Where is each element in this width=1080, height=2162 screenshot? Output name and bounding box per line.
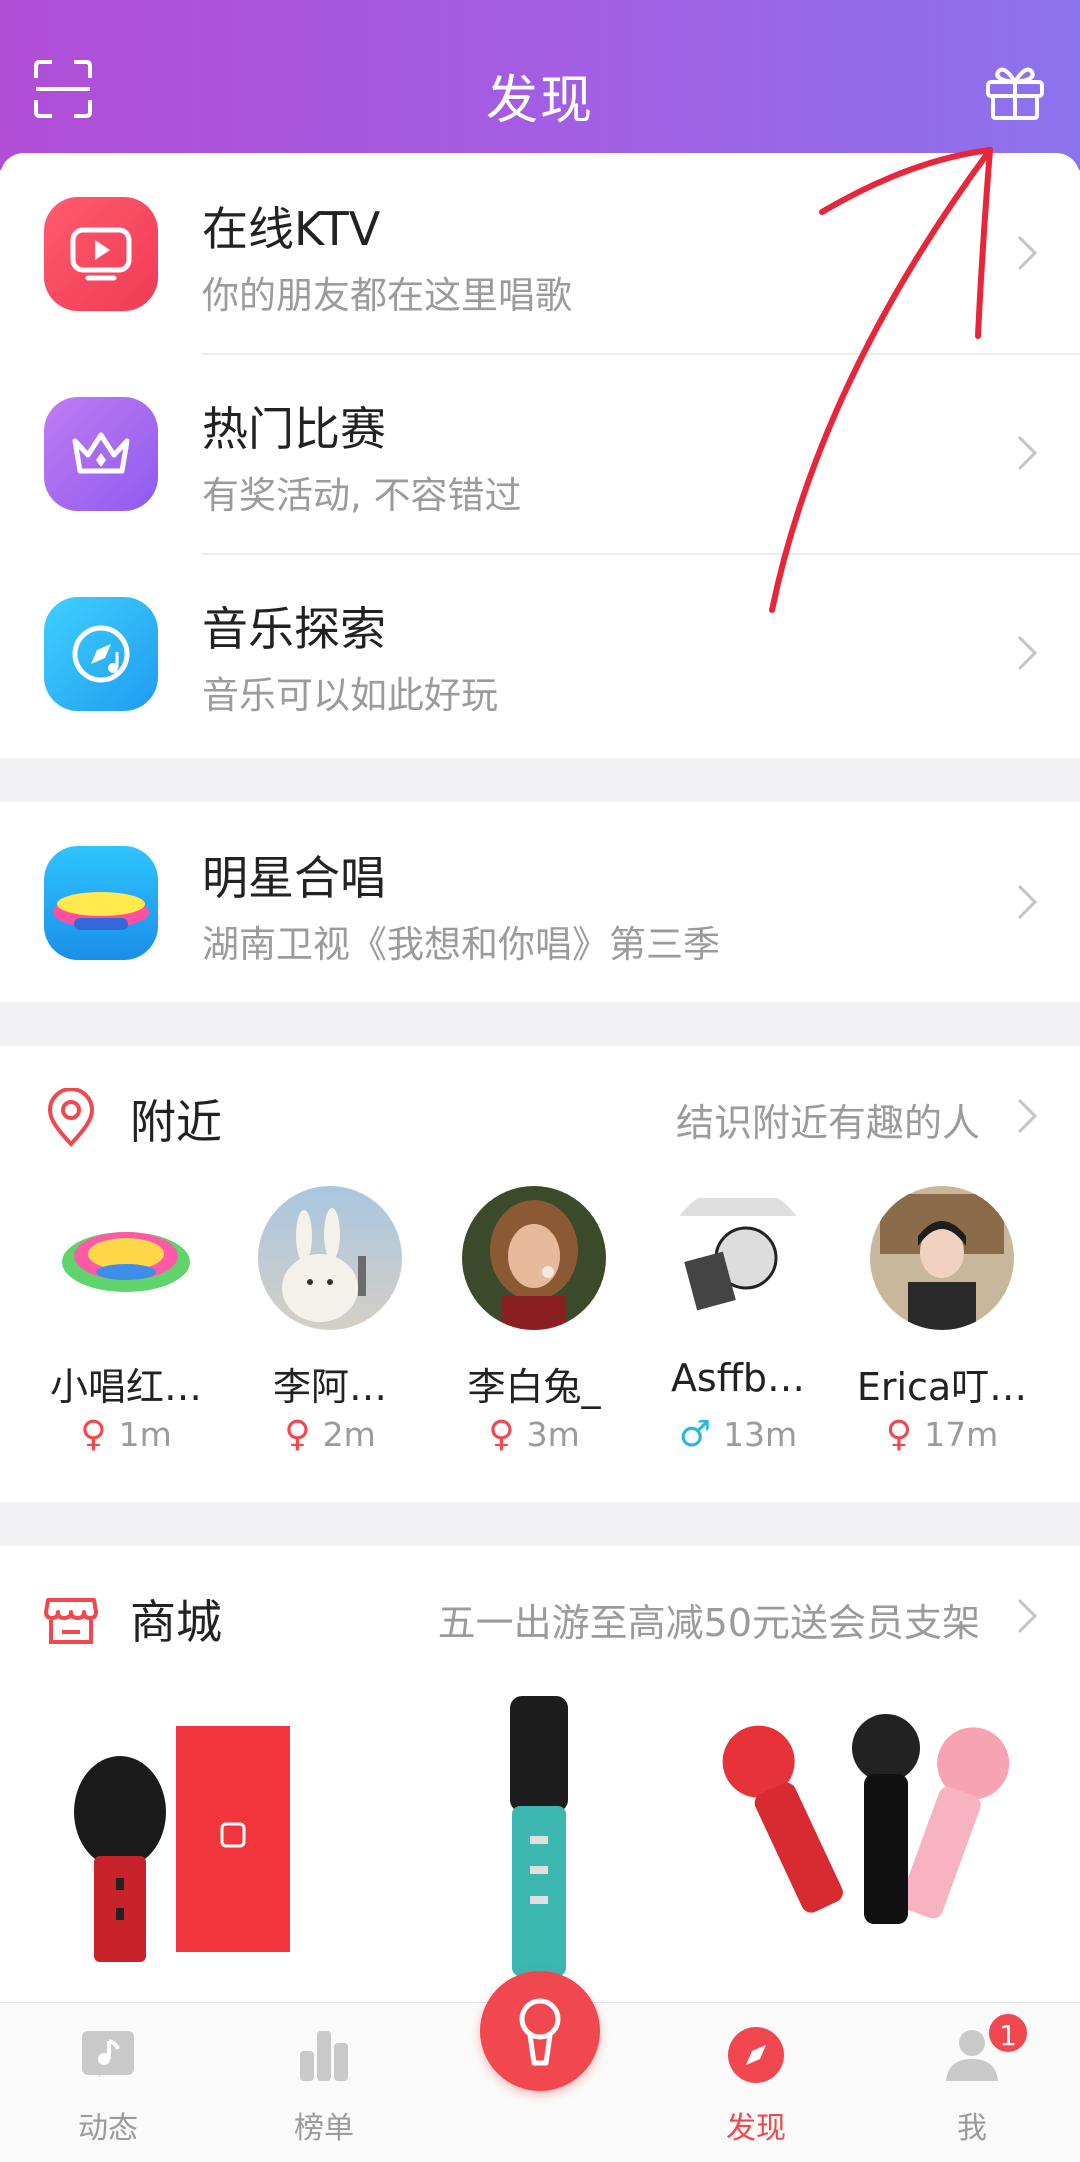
shop-section: 商城 五一出游至高减50元送会员支架: [0, 1546, 1080, 2002]
gender-icon: ♀: [488, 1414, 515, 1455]
user-meta: ♂ 13m: [638, 1414, 838, 1455]
product-teal-microphone[interactable]: [370, 1696, 710, 1996]
nearby-user[interactable]: Erica叮… ♀ 17m: [842, 1186, 1042, 1466]
microphone-icon: [519, 1998, 561, 2066]
tab-charts[interactable]: 榜单: [216, 2003, 432, 2162]
music-note-icon: [82, 2031, 134, 2077]
ktv-icon: [44, 197, 158, 311]
nearby-title: 附近: [130, 1095, 222, 1149]
avatar: [462, 1186, 606, 1330]
chevron-right-icon: [1017, 1098, 1038, 1134]
tab-me[interactable]: 我: [864, 2003, 1080, 2162]
user-meta: ♀ 1m: [26, 1414, 226, 1455]
chevron-right-icon: [1017, 235, 1038, 271]
compass-music-icon: [44, 597, 158, 711]
gender-icon: ♂: [678, 1414, 712, 1455]
tab-discover[interactable]: 发现: [648, 2003, 864, 2162]
tab-sing[interactable]: [432, 1971, 648, 2162]
menu-title: 明星合唱: [202, 851, 386, 905]
location-pin-icon: [47, 1088, 95, 1147]
discover-menu-card: 在线KTV 你的朋友都在这里唱歌 热门比赛 有奖活动, 不容错过 音乐探索 音乐…: [0, 153, 1080, 758]
tab-label: 我: [957, 2111, 987, 2146]
user-distance: 13m: [723, 1415, 798, 1454]
tab-feed[interactable]: 动态: [0, 2003, 216, 2162]
menu-title: 音乐探索: [202, 602, 386, 656]
gender-icon: ♀: [885, 1414, 913, 1455]
avatar: [870, 1186, 1014, 1330]
gender-icon: ♀: [80, 1414, 107, 1455]
user-name: 小唱红…: [49, 1365, 202, 1409]
product-red-microphone[interactable]: [36, 1696, 376, 1996]
menu-subtitle: 音乐可以如此好玩: [202, 674, 498, 717]
chevron-right-icon: [1017, 635, 1038, 671]
menu-item-hot-contest[interactable]: 热门比赛 有奖活动, 不容错过: [0, 353, 1080, 553]
compass-icon: [728, 2027, 784, 2083]
nearby-user[interactable]: 李白兔_ ♀ 3m: [434, 1186, 634, 1466]
menu-subtitle: 有奖活动, 不容错过: [202, 474, 522, 517]
notification-badge: 1: [986, 2011, 1030, 2055]
nearby-link: 结识附近有趣的人: [675, 1101, 980, 1145]
menu-subtitle: 湖南卫视《我想和你唱》第三季: [202, 923, 720, 966]
shop-header[interactable]: 商城 五一出游至高减50元送会员支架: [0, 1546, 1080, 1676]
tab-label: 发现: [726, 2111, 786, 2146]
product-list: [0, 1696, 1080, 2006]
nearby-user-list: 小唱红… ♀ 1m 李阿… ♀ 2m 李白兔_ ♀ 3m Asffb… ♂ 13m: [0, 1186, 1080, 1466]
shop-promo-link: 五一出游至高减50元送会员支架: [437, 1601, 980, 1645]
gender-icon: ♀: [284, 1414, 311, 1455]
nearby-header[interactable]: 附近 结识附近有趣的人: [0, 1046, 1080, 1176]
menu-subtitle: 你的朋友都在这里唱歌: [202, 274, 572, 317]
chevron-right-icon: [1017, 435, 1038, 471]
avatar: [666, 1186, 810, 1330]
nearby-user[interactable]: 小唱红… ♀ 1m: [26, 1186, 226, 1466]
header-bar: 发现: [0, 0, 1080, 170]
menu-item-online-ktv[interactable]: 在线KTV 你的朋友都在这里唱歌: [0, 153, 1080, 353]
user-meta: ♀ 3m: [434, 1414, 634, 1455]
user-name: Erica叮…: [856, 1365, 1028, 1409]
star-duet-card: 明星合唱 湖南卫视《我想和你唱》第三季: [0, 802, 1080, 1002]
nearby-section: 附近 结识附近有趣的人 小唱红… ♀ 1m 李阿… ♀ 2m 李白兔_ ♀ 3m: [0, 1046, 1080, 1502]
avatar: [54, 1186, 198, 1330]
user-name: Asffb…: [670, 1356, 806, 1400]
user-distance: 3m: [526, 1415, 580, 1454]
user-meta: ♀ 2m: [230, 1414, 430, 1455]
page-title: 发现: [485, 71, 594, 131]
tab-label: 动态: [78, 2111, 138, 2146]
chevron-right-icon: [1017, 1598, 1038, 1634]
menu-title: 热门比赛: [202, 402, 386, 456]
gift-icon[interactable]: [984, 60, 1046, 122]
menu-item-music-explore[interactable]: 音乐探索 音乐可以如此好玩: [0, 553, 1080, 753]
menu-title: 在线KTV: [202, 202, 381, 256]
shop-title: 商城: [130, 1595, 222, 1649]
avatar: [258, 1186, 402, 1330]
menu-item-star-duet[interactable]: 明星合唱 湖南卫视《我想和你唱》第三季: [0, 802, 1080, 1002]
user-name: 李阿…: [272, 1365, 387, 1409]
user-name: 李白兔_: [467, 1365, 601, 1409]
show-logo-icon: [44, 846, 158, 960]
chevron-right-icon: [1017, 884, 1038, 920]
tab-label: 榜单: [294, 2111, 354, 2146]
nearby-user[interactable]: 李阿… ♀ 2m: [230, 1186, 430, 1466]
product-microphone-set[interactable]: [704, 1696, 1044, 1996]
bar-chart-icon: [300, 2031, 348, 2081]
user-distance: 2m: [322, 1415, 376, 1454]
nearby-user[interactable]: Asffb… ♂ 13m: [638, 1186, 838, 1466]
microphone-button[interactable]: [480, 1971, 600, 2091]
bottom-tab-bar: 动态 榜单 发现 我 1: [0, 1971, 1080, 2162]
user-distance: 1m: [118, 1415, 172, 1454]
store-icon: [44, 1598, 98, 1644]
user-distance: 17m: [924, 1415, 999, 1454]
crown-icon: [44, 397, 158, 511]
user-meta: ♀ 17m: [842, 1414, 1042, 1455]
